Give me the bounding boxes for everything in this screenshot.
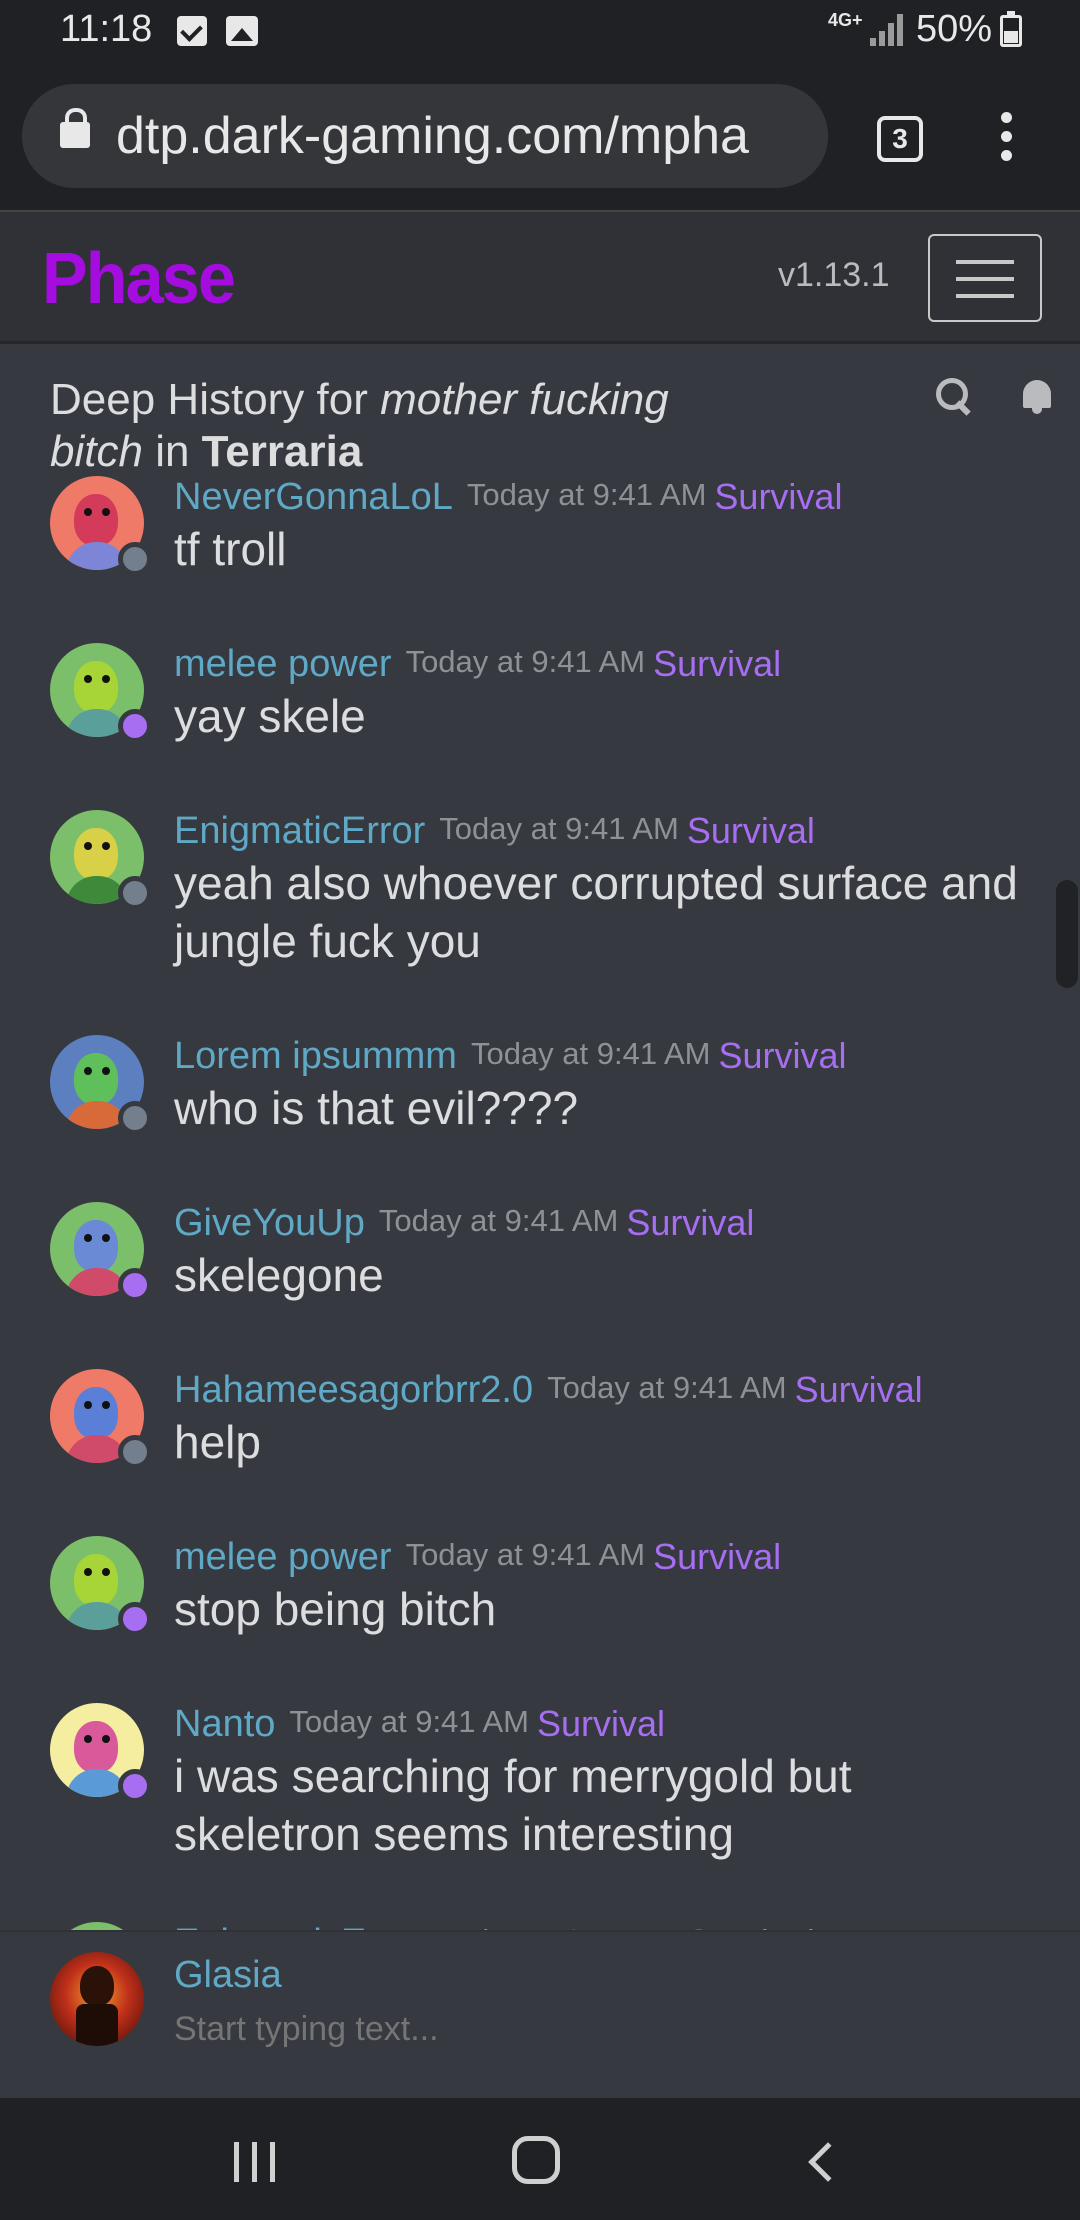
status-bar: 11:18 4G+ 50%	[0, 0, 1080, 62]
hamburger-menu-button[interactable]	[928, 234, 1042, 322]
message-text: yay skele	[174, 690, 366, 742]
status-time: 11:18	[60, 8, 153, 50]
home-icon[interactable]	[512, 2136, 560, 2184]
message-text: skelegone	[174, 1249, 384, 1301]
avatar[interactable]	[50, 1922, 144, 1930]
server-tag: Survival	[626, 1202, 755, 1243]
username-link[interactable]: melee power	[174, 1536, 392, 1578]
message-timestamp: Today at 9:41 AM	[405, 1537, 646, 1572]
message-text: help	[174, 1416, 261, 1468]
server-tag: Survival	[686, 810, 815, 851]
server-tag: Survival	[653, 643, 782, 684]
system-nav-bar	[0, 2098, 1080, 2220]
presence-status-dot	[118, 709, 152, 743]
username-link[interactable]: melee power	[174, 643, 392, 685]
server-tag: Survival	[687, 1922, 815, 1930]
message-header: GiveYouUp Today at 9:41 AM Survival	[174, 1202, 754, 1245]
battery-percent: 50%	[916, 8, 993, 50]
message-input[interactable]	[174, 2010, 994, 2049]
server-tag: Survival	[718, 1035, 847, 1076]
presence-status-dot	[118, 1101, 152, 1135]
back-icon[interactable]	[808, 2142, 848, 2182]
username-link[interactable]: Lorem ipsummm	[174, 1035, 457, 1077]
username-link[interactable]: EnigmaticError	[174, 1922, 425, 1930]
more-options-icon[interactable]	[996, 112, 1016, 164]
message-header: EnigmaticError Today at 9:41 AM Survival	[174, 1922, 815, 1930]
message-timestamp: Today at 9:41 AM	[405, 644, 646, 679]
address-bar[interactable]: dtp.dark-gaming.com/mpha	[22, 84, 828, 188]
server-tag: Survival	[653, 1536, 782, 1577]
server-tag: Survival	[536, 1703, 665, 1744]
message-header: EnigmaticError Today at 9:41 AMSurvival	[174, 810, 815, 853]
lock-icon	[60, 108, 90, 148]
message-list[interactable]: NeverGonnaLoL Today at 9:41 AM Survival tf …	[0, 450, 1080, 1930]
network-type-label: 4G+	[828, 10, 863, 30]
presence-status-dot	[118, 1602, 152, 1636]
message-text: yeah also whoever corrupted surface and …	[174, 857, 1018, 967]
message-text: i was searching for merrygold but skelet…	[174, 1750, 852, 1860]
battery-icon	[1000, 11, 1022, 47]
bell-icon[interactable]	[1020, 378, 1054, 418]
presence-status-dot	[118, 542, 152, 576]
message-composer: Glasia	[0, 1930, 1080, 2094]
message-timestamp: Today at 9:41 AM	[470, 1036, 711, 1071]
recent-apps-icon[interactable]	[232, 2142, 278, 2182]
presence-status-dot	[118, 1268, 152, 1302]
browser-toolbar: dtp.dark-gaming.com/mpha 3	[0, 62, 1080, 210]
server-tag: Survival	[714, 476, 843, 517]
version-label: v1.13.1	[778, 256, 890, 294]
composer-username: Glasia	[174, 1954, 282, 1996]
username-link[interactable]: GiveYouUp	[174, 1202, 365, 1244]
title-prefix: Deep History for	[50, 375, 368, 424]
message-text: tf troll	[174, 523, 287, 575]
presence-status-dot	[118, 1435, 152, 1469]
message-header: melee power Today at 9:41 AM Survival	[174, 1536, 781, 1579]
tab-switcher-button[interactable]: 3	[877, 116, 923, 162]
message-header: Nanto Today at 9:41 AM Survival	[174, 1703, 665, 1746]
presence-status-dot	[118, 876, 152, 910]
server-tag: Survival	[794, 1369, 923, 1410]
channel-header: Deep History for mother fucking bitch in…	[0, 344, 1080, 476]
message-header: Lorem ipsummm Today at 9:41 AM Survival	[174, 1035, 847, 1078]
search-icon[interactable]	[936, 378, 972, 414]
message-header: Hahameesagorbrr2.0 Today at 9:41 AM Surviv…	[174, 1369, 923, 1412]
signal-icon	[870, 14, 904, 46]
message-header: NeverGonnaLoL Today at 9:41 AM Survival	[174, 476, 842, 519]
app-header: Phase v1.13.1	[0, 210, 1080, 344]
message-header: melee power Today at 9:41 AM Survival	[174, 643, 781, 686]
checkbox-notification-icon	[177, 16, 207, 46]
username-link[interactable]: Hahameesagorbrr2.0	[174, 1369, 533, 1411]
message-timestamp: Today at 9:41 AM	[378, 1203, 619, 1238]
image-notification-icon	[226, 16, 258, 46]
username-link[interactable]: EnigmaticError	[174, 810, 425, 852]
scrollbar-thumb[interactable]	[1056, 880, 1078, 988]
presence-status-dot	[118, 1769, 152, 1803]
phase-logo[interactable]: Phase	[42, 238, 236, 320]
message-text: who is that evil????	[174, 1082, 579, 1134]
message-timestamp: Today at 9:41 AM	[289, 1704, 529, 1739]
url-text[interactable]: dtp.dark-gaming.com/mpha	[116, 106, 749, 166]
username-link[interactable]: NeverGonnaLoL	[174, 476, 453, 518]
message-text: stop being bitch	[174, 1583, 497, 1635]
username-link[interactable]: Nanto	[174, 1703, 275, 1745]
message-timestamp: Today at 9:41 AM	[439, 811, 679, 846]
message-timestamp: Today at 9:41 AM	[466, 477, 707, 512]
avatar	[50, 1952, 144, 2046]
message-timestamp: Today at 9:41 AM	[547, 1370, 787, 1405]
message-timestamp: Today at 9:41 AM	[439, 1923, 679, 1930]
